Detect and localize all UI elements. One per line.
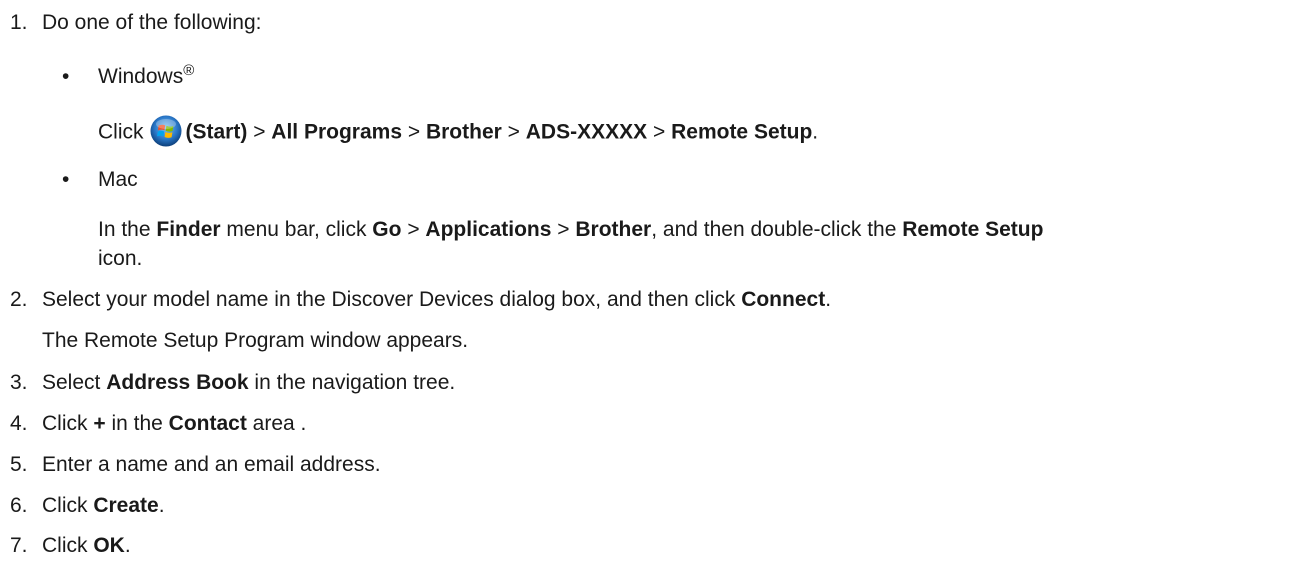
bullet: • — [62, 168, 70, 191]
mac-label: Mac — [98, 168, 138, 191]
step-5-text: Enter a name and an email address. — [42, 453, 381, 476]
registered-mark: ® — [183, 62, 195, 79]
mac-instruction-line1: In the Finder menu bar, click Go > Appli… — [98, 218, 1044, 241]
mac-instruction-line2: icon. — [98, 247, 143, 270]
windows-instruction: Click (Start) > All Programs > Brother >… — [98, 115, 818, 151]
step-4-text: Click + in the Contact area . — [42, 412, 307, 435]
step-7-text: Click OK. — [42, 534, 131, 557]
step-number: 6. — [10, 494, 28, 517]
step-number: 1. — [10, 11, 28, 34]
step-2-note: The Remote Setup Program window appears. — [42, 329, 469, 352]
step-number: 7. — [10, 534, 28, 557]
windows-label: Windows® — [98, 62, 195, 88]
step-1-text: Do one of the following: — [42, 11, 262, 34]
instructions: 1. Do one of the following: • Windows® C… — [0, 0, 1300, 566]
step-number: 5. — [10, 453, 28, 476]
windows-start-orb-icon — [150, 115, 181, 147]
step-3-text: Select Address Book in the navigation tr… — [42, 371, 456, 394]
bullet: • — [62, 65, 70, 88]
step-2-text: Select your model name in the Discover D… — [42, 288, 832, 311]
step-number: 3. — [10, 371, 28, 394]
step-6-text: Click Create. — [42, 494, 165, 517]
step-number: 4. — [10, 412, 28, 435]
step-number: 2. — [10, 288, 28, 311]
